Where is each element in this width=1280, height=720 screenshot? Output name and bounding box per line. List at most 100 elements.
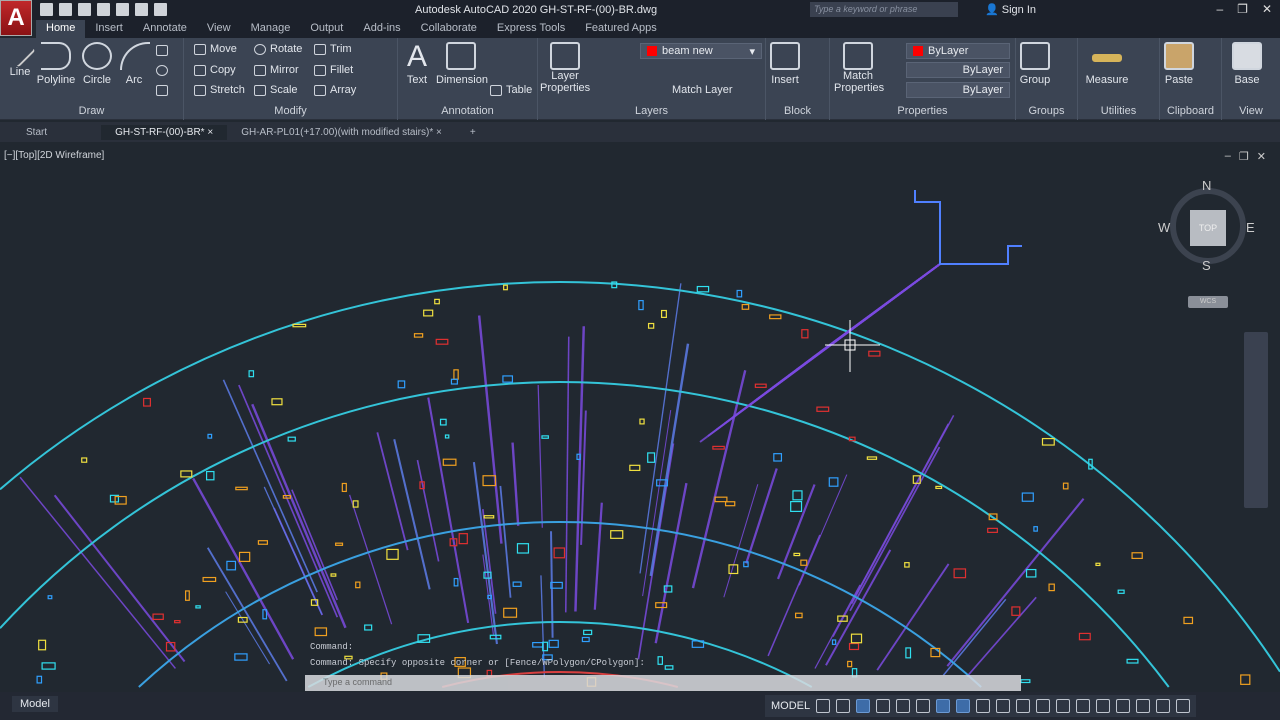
- match-layer-button[interactable]: Match Layer: [672, 84, 733, 96]
- copy-button[interactable]: Copy: [194, 64, 236, 76]
- doc-tab-current[interactable]: GH-ST-RF-(00)-BR* ×: [101, 124, 228, 140]
- tab-output[interactable]: Output: [300, 20, 353, 38]
- new-icon[interactable]: [40, 3, 53, 16]
- polar-icon[interactable]: [876, 699, 891, 713]
- save-as-icon[interactable]: [97, 3, 110, 16]
- lineweight-dropdown[interactable]: ByLayer: [906, 82, 1010, 98]
- command-line-input[interactable]: Type a command: [305, 675, 1021, 691]
- draw-panel-title[interactable]: Draw: [0, 105, 183, 117]
- isolate-objects-icon[interactable]: [1116, 699, 1131, 713]
- lock-ui-icon[interactable]: [1096, 699, 1111, 713]
- tab-express-tools[interactable]: Express Tools: [487, 20, 575, 38]
- modify-panel-title[interactable]: Modify: [184, 105, 397, 117]
- dimension-button[interactable]: Dimension: [436, 42, 488, 86]
- color-dropdown[interactable]: ByLayer: [906, 43, 1010, 59]
- measure-button[interactable]: Measure: [1082, 42, 1132, 86]
- grid-icon[interactable]: [816, 699, 831, 713]
- group-button[interactable]: Group: [1018, 42, 1052, 86]
- rotate-button[interactable]: Rotate: [254, 43, 302, 55]
- hatch-icon[interactable]: [156, 64, 172, 76]
- compass-north[interactable]: N: [1202, 178, 1211, 193]
- wcs-menu[interactable]: WCS: [1188, 296, 1228, 308]
- compass-south[interactable]: S: [1202, 258, 1211, 273]
- isometric-icon[interactable]: [896, 699, 911, 713]
- customization-menu-icon[interactable]: [1176, 699, 1191, 713]
- units-icon[interactable]: [1056, 699, 1071, 713]
- trim-button[interactable]: Trim: [314, 43, 352, 55]
- annotation-visibility-icon[interactable]: [956, 699, 971, 713]
- match-properties-button[interactable]: Match Properties: [834, 42, 884, 94]
- stretch-button[interactable]: Stretch: [194, 84, 245, 96]
- properties-panel-title[interactable]: Properties: [830, 105, 1015, 117]
- doc-tab-architectural[interactable]: GH-AR-PL01(+17.00)(with modified stairs)…: [227, 125, 456, 140]
- annotation-panel-title[interactable]: Annotation: [398, 105, 537, 117]
- tab-insert[interactable]: Insert: [85, 20, 133, 38]
- array-button[interactable]: Array: [314, 84, 356, 96]
- application-menu-button[interactable]: A: [0, 0, 32, 36]
- viewport-minimize-icon[interactable]: –: [1225, 150, 1231, 163]
- layers-panel-title[interactable]: Layers: [538, 105, 765, 117]
- minimize-button[interactable]: –: [1216, 2, 1223, 16]
- close-button[interactable]: ✕: [1262, 2, 1272, 16]
- viewcube-top-face[interactable]: TOP: [1190, 210, 1226, 246]
- tab-featured-apps[interactable]: Featured Apps: [575, 20, 667, 38]
- utilities-panel-title[interactable]: Utilities: [1078, 105, 1159, 117]
- sign-in-button[interactable]: 👤 Sign In: [985, 3, 1036, 16]
- line-button[interactable]: Line: [4, 36, 36, 78]
- annotation-scale-icon[interactable]: [996, 699, 1011, 713]
- plot-icon[interactable]: [135, 3, 148, 16]
- layout-tab-model[interactable]: Model: [12, 696, 58, 712]
- base-button[interactable]: Base: [1230, 42, 1264, 86]
- insert-button[interactable]: Insert: [768, 42, 802, 86]
- drawing-viewport[interactable]: [−][Top][2D Wireframe] – ❐ ✕ N S E W TOP W…: [0, 142, 1280, 692]
- paste-button[interactable]: Paste: [1162, 42, 1196, 86]
- circle-button[interactable]: Circle: [82, 42, 112, 86]
- search-input[interactable]: Type a keyword or phrase: [810, 2, 958, 17]
- rectangle-icon[interactable]: [156, 44, 172, 56]
- tab-home[interactable]: Home: [36, 20, 86, 38]
- gradient-icon[interactable]: [156, 84, 172, 96]
- arc-button[interactable]: Arc: [120, 42, 150, 86]
- fillet-button[interactable]: Fillet: [314, 64, 353, 76]
- close-tab-icon[interactable]: ×: [207, 127, 213, 138]
- clipboard-panel-title[interactable]: Clipboard: [1160, 105, 1221, 117]
- ortho-icon[interactable]: [856, 699, 871, 713]
- close-tab-icon[interactable]: ×: [436, 127, 442, 138]
- annotation-monitor-icon[interactable]: [1036, 699, 1051, 713]
- mirror-button[interactable]: Mirror: [254, 64, 299, 76]
- quick-properties-icon[interactable]: [1076, 699, 1091, 713]
- move-button[interactable]: Move: [194, 43, 237, 55]
- publish-icon[interactable]: [116, 3, 129, 16]
- linetype-dropdown[interactable]: ByLayer: [906, 62, 1010, 78]
- compass-east[interactable]: E: [1246, 220, 1255, 235]
- autoscale-icon[interactable]: [976, 699, 991, 713]
- new-tab-button[interactable]: +: [456, 125, 490, 140]
- polyline-button[interactable]: Polyline: [36, 42, 76, 86]
- tab-annotate[interactable]: Annotate: [133, 20, 197, 38]
- scale-button[interactable]: Scale: [254, 84, 298, 96]
- viewport-controls-label[interactable]: [−][Top][2D Wireframe]: [4, 150, 104, 161]
- object-snap-icon[interactable]: [936, 699, 951, 713]
- table-button[interactable]: Table: [490, 84, 532, 96]
- groups-panel-title[interactable]: Groups: [1016, 105, 1077, 117]
- workspace-gear-icon[interactable]: [1016, 699, 1031, 713]
- osnap-tracking-icon[interactable]: [916, 699, 931, 713]
- restore-button[interactable]: ❐: [1237, 2, 1248, 16]
- viewport-restore-icon[interactable]: ❐: [1239, 150, 1249, 163]
- open-icon[interactable]: [59, 3, 72, 16]
- layer-dropdown[interactable]: beam new ▾: [640, 43, 762, 59]
- doc-tab-start[interactable]: Start: [12, 125, 61, 140]
- layer-properties-button[interactable]: Layer Properties: [540, 42, 590, 94]
- tab-manage[interactable]: Manage: [241, 20, 301, 38]
- viewport-close-icon[interactable]: ✕: [1257, 150, 1266, 163]
- save-icon[interactable]: [78, 3, 91, 16]
- tab-view[interactable]: View: [197, 20, 241, 38]
- block-panel-title[interactable]: Block: [766, 105, 829, 117]
- navigation-bar[interactable]: [1244, 332, 1268, 508]
- compass-west[interactable]: W: [1158, 220, 1170, 235]
- hardware-acceleration-icon[interactable]: [1136, 699, 1151, 713]
- tab-add-ins[interactable]: Add-ins: [353, 20, 410, 38]
- snap-icon[interactable]: [836, 699, 851, 713]
- text-button[interactable]: A Text: [402, 40, 432, 86]
- viewcube[interactable]: N S E W TOP WCS: [1158, 178, 1256, 308]
